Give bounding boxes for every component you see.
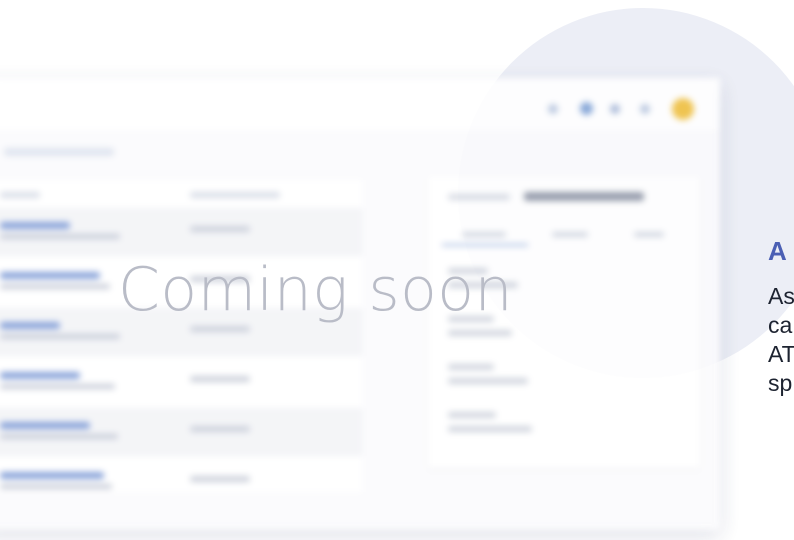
row-cell [190, 226, 250, 232]
table-row [0, 208, 362, 256]
table-row [0, 458, 362, 506]
panel-field [448, 330, 512, 336]
description-line: As [768, 283, 794, 309]
help-icon [580, 102, 593, 115]
panel-tab [552, 232, 588, 237]
row-subtext [0, 434, 118, 439]
panel-title [524, 192, 644, 201]
row-subtext [0, 284, 110, 289]
panel-tab [462, 232, 506, 237]
description-line: ca [768, 312, 793, 338]
description-line: sp [768, 370, 793, 396]
section-description: As ca AT sp [768, 282, 794, 398]
panel-field [448, 378, 528, 384]
row-link [0, 222, 70, 229]
blurred-table [0, 180, 362, 492]
row-link [0, 472, 104, 479]
row-link [0, 272, 100, 279]
row-subtext [0, 234, 120, 239]
apps-icon [640, 104, 650, 114]
panel-tab-indicator [442, 244, 528, 246]
section-heading: A [768, 236, 787, 266]
app-top-bar [0, 78, 720, 130]
table-row [0, 358, 362, 406]
description-line: AT [768, 341, 794, 367]
row-link [0, 372, 80, 379]
coming-soon-label: Coming soon [118, 255, 514, 325]
panel-field [448, 426, 532, 432]
row-link [0, 322, 60, 329]
row-cell [190, 376, 250, 382]
panel-field [448, 364, 494, 370]
settings-icon [610, 104, 620, 114]
row-link [0, 422, 90, 429]
row-subtext [0, 334, 120, 339]
notification-icon [548, 104, 558, 114]
row-subtext [0, 384, 115, 389]
avatar [672, 98, 694, 120]
table-row [0, 408, 362, 456]
breadcrumb [4, 148, 114, 156]
row-cell [190, 476, 250, 482]
row-subtext [0, 484, 112, 489]
column-header [0, 192, 40, 198]
panel-title-prefix [448, 194, 510, 200]
panel-field [448, 412, 496, 418]
column-header [190, 192, 280, 198]
row-cell [190, 426, 250, 432]
row-cell [190, 326, 250, 332]
panel-tab [634, 232, 664, 237]
